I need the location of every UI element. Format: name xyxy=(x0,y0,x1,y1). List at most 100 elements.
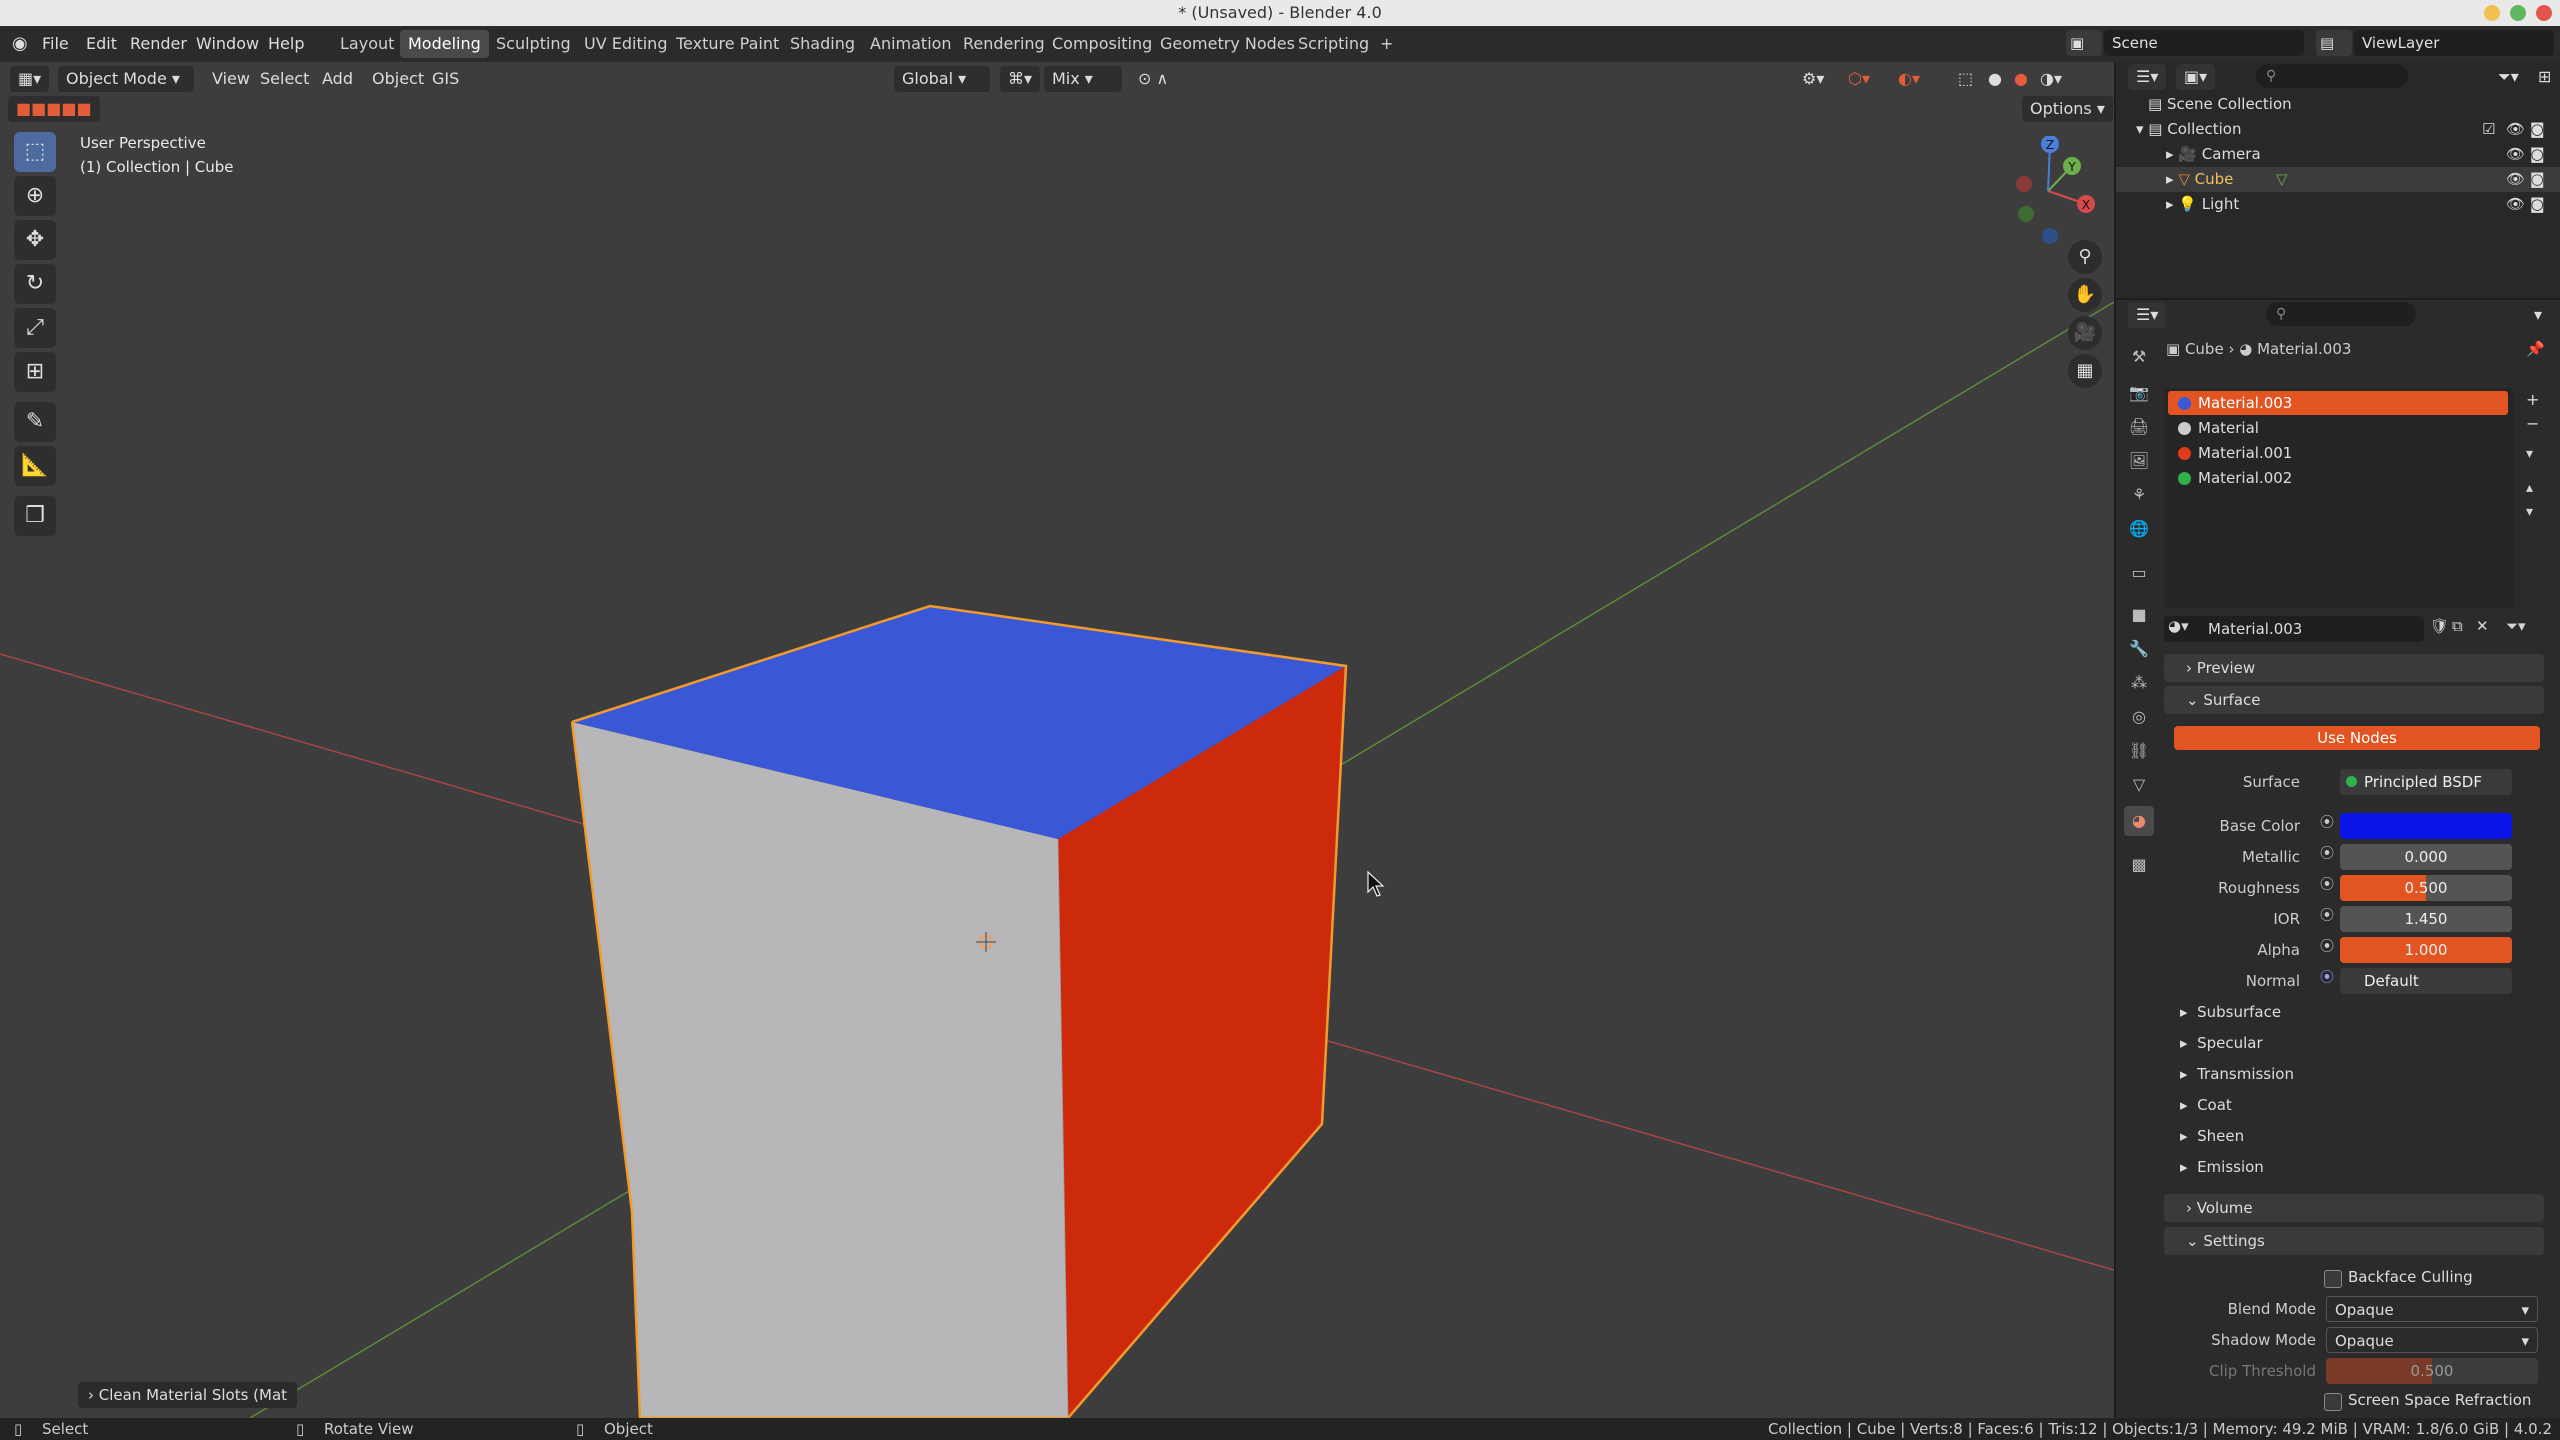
proportional-falloff-dropdown[interactable]: Mix ▾ xyxy=(1044,66,1122,92)
socket-icon[interactable]: ⦿ xyxy=(2320,967,2334,987)
viewport-menu-view[interactable]: View xyxy=(204,66,258,92)
annotate-tool-icon[interactable]: ✎ xyxy=(14,402,56,442)
3d-viewport[interactable]: ▦▾ Object Mode ▾ View Select Add Object … xyxy=(0,62,2114,1418)
unlink-material-icon[interactable]: ✕ xyxy=(2476,617,2489,635)
emission-subpanel[interactable]: ▸ Emission xyxy=(2180,1153,2264,1181)
camera-visibility-icon[interactable]: 👁 xyxy=(2506,142,2525,167)
modifier-tab-icon[interactable]: 🔧 xyxy=(2124,634,2154,664)
blend-mode-select[interactable]: Opaque ▾ xyxy=(2326,1296,2538,1322)
physics-tab-icon[interactable]: ◎ xyxy=(2124,702,2154,732)
snap-icon[interactable]: ⌘▾ xyxy=(1000,66,1041,92)
xray-toggle-icon[interactable]: ◐▾ xyxy=(1890,66,1928,92)
move-slot-up-icon[interactable]: ▴ xyxy=(2526,480,2533,496)
tab-uv-editing[interactable]: UV Editing xyxy=(576,30,675,58)
tab-geometry-nodes[interactable]: Geometry Nodes xyxy=(1152,30,1303,58)
select-box-tool-icon[interactable]: ⬚ xyxy=(14,132,56,172)
socket-icon[interactable]: ⦿ xyxy=(2320,843,2334,863)
add-cube-tool-icon[interactable]: ❒ xyxy=(14,496,56,536)
tab-sculpting[interactable]: Sculpting xyxy=(488,30,579,58)
move-tool-icon[interactable]: ✥ xyxy=(14,220,56,260)
transform-orientation-dropdown[interactable]: Global ▾ xyxy=(894,66,990,92)
tab-modeling[interactable]: Modeling xyxy=(400,30,489,58)
outliner-editor-icon[interactable]: ☰▾ xyxy=(2128,64,2167,90)
world-tab-icon[interactable]: 🌐 xyxy=(2124,514,2154,544)
fake-user-icon[interactable]: 🛡 xyxy=(2430,617,2449,635)
outliner-item-light[interactable]: ▸ 💡 Light 👁 ◙ xyxy=(2116,192,2560,217)
cube-visibility-icon[interactable]: 👁 xyxy=(2506,167,2525,192)
preview-panel-header[interactable]: › Preview xyxy=(2164,654,2544,682)
camera-view-icon[interactable]: 🎥 xyxy=(2068,316,2102,350)
rotate-tool-icon[interactable]: ↻ xyxy=(14,264,56,304)
properties-options-icon[interactable]: ▾ xyxy=(2526,302,2550,328)
menu-help[interactable]: Help xyxy=(262,32,310,56)
collection-checkbox-icon[interactable]: ☑ xyxy=(2482,117,2495,142)
constraints-tab-icon[interactable]: ⛓ xyxy=(2124,736,2154,766)
navigation-gizmo[interactable]: X Y Z xyxy=(1998,136,2108,246)
render-tab-icon[interactable]: 📷 xyxy=(2124,378,2154,408)
alpha-field[interactable]: 1.000 xyxy=(2340,937,2512,963)
proportional-editing-icon[interactable]: ⊙ ∧ xyxy=(1130,66,1176,92)
use-nodes-button[interactable]: Use Nodes xyxy=(2174,726,2540,750)
tab-layout[interactable]: Layout xyxy=(332,30,402,58)
editor-type-icon[interactable]: ▦▾ xyxy=(10,66,50,92)
wireframe-shading-icon[interactable]: ⬚ xyxy=(1950,66,1981,92)
socket-icon[interactable]: ⦿ xyxy=(2320,905,2334,925)
roughness-field[interactable]: 0.500 xyxy=(2340,875,2512,901)
viewport-menu-object[interactable]: Object xyxy=(364,66,432,92)
object-tab-icon[interactable]: ■ xyxy=(2124,600,2154,630)
output-tab-icon[interactable]: 🖨 xyxy=(2124,412,2154,442)
gizmo-toggle-icon[interactable]: ⚙▾ xyxy=(1794,66,1832,92)
surface-shader-field[interactable]: Principled BSDF xyxy=(2340,769,2512,795)
view-layer-tab-icon[interactable]: 🖼 xyxy=(2124,446,2154,476)
outliner-item-camera[interactable]: ▸ 🎥 Camera 👁 ◙ xyxy=(2116,142,2560,167)
measure-tool-icon[interactable]: 📐 xyxy=(14,446,56,486)
collection-visibility-icon[interactable]: 👁 xyxy=(2506,117,2525,142)
browse-material-icon[interactable]: ◕▾ xyxy=(2168,617,2189,635)
select-mode-icons[interactable]: ■■■■■ xyxy=(8,96,100,122)
viewport-menu-add[interactable]: Add xyxy=(314,66,361,92)
menu-render[interactable]: Render xyxy=(124,32,193,56)
slot-specials-icon[interactable]: ▾ xyxy=(2526,446,2533,462)
light-render-icon[interactable]: ◙ xyxy=(2530,192,2545,217)
material-slot[interactable]: Material.001 xyxy=(2168,441,2508,465)
properties-search-input[interactable]: ⚲ xyxy=(2266,302,2416,326)
overlay-toggle-icon[interactable]: ⬡▾ xyxy=(1840,66,1878,92)
new-collection-icon[interactable]: ⊞ xyxy=(2530,64,2559,90)
particles-tab-icon[interactable]: ⁂ xyxy=(2124,668,2154,698)
outliner-filter-icon[interactable]: ⏷▾ xyxy=(2490,64,2527,90)
scene-tab-icon[interactable]: ⚘ xyxy=(2124,480,2154,510)
add-workspace-icon[interactable]: + xyxy=(1372,30,1401,58)
remove-slot-icon[interactable]: − xyxy=(2526,414,2539,433)
pin-icon[interactable]: 📌 xyxy=(2526,340,2545,358)
subsurface-subpanel[interactable]: ▸ Subsurface xyxy=(2180,998,2281,1026)
surface-panel-header[interactable]: ⌄ Surface xyxy=(2164,686,2544,714)
tab-compositing[interactable]: Compositing xyxy=(1044,30,1160,58)
minimize-button[interactable] xyxy=(2484,5,2500,21)
menu-edit[interactable]: Edit xyxy=(80,32,123,56)
tab-scripting[interactable]: Scripting xyxy=(1290,30,1377,58)
ior-field[interactable]: 1.450 xyxy=(2340,906,2512,932)
view-layer-icon[interactable]: ▤ xyxy=(2316,30,2352,56)
specular-subpanel[interactable]: ▸ Specular xyxy=(2180,1029,2263,1057)
cube-render-icon[interactable]: ◙ xyxy=(2530,167,2545,192)
zoom-icon[interactable]: ⚲ xyxy=(2068,240,2102,274)
tab-animation[interactable]: Animation xyxy=(862,30,960,58)
maximize-button[interactable] xyxy=(2510,5,2526,21)
view-layer-selector[interactable]: ViewLayer xyxy=(2354,30,2554,56)
outliner-search-input[interactable]: ⚲ xyxy=(2256,64,2408,88)
coat-subpanel[interactable]: ▸ Coat xyxy=(2180,1091,2232,1119)
material-slot[interactable]: Material.003 xyxy=(2168,391,2508,415)
light-visibility-icon[interactable]: 👁 xyxy=(2506,192,2525,217)
object-mode-dropdown[interactable]: Object Mode ▾ xyxy=(58,66,194,92)
properties-editor-icon[interactable]: ☰▾ xyxy=(2128,302,2167,328)
collection-render-icon[interactable]: ◙ xyxy=(2530,117,2545,142)
blender-logo-icon[interactable]: ◉ xyxy=(6,32,34,56)
backface-culling-checkbox[interactable] xyxy=(2324,1270,2342,1288)
settings-panel-header[interactable]: ⌄ Settings xyxy=(2164,1227,2544,1255)
add-slot-icon[interactable]: + xyxy=(2526,390,2539,409)
close-button[interactable] xyxy=(2536,5,2552,21)
transmission-subpanel[interactable]: ▸ Transmission xyxy=(2180,1060,2294,1088)
collection-tab-icon[interactable]: ▭ xyxy=(2124,558,2154,588)
menu-file[interactable]: File xyxy=(36,32,75,56)
transform-tool-icon[interactable]: ⊞ xyxy=(14,352,56,392)
